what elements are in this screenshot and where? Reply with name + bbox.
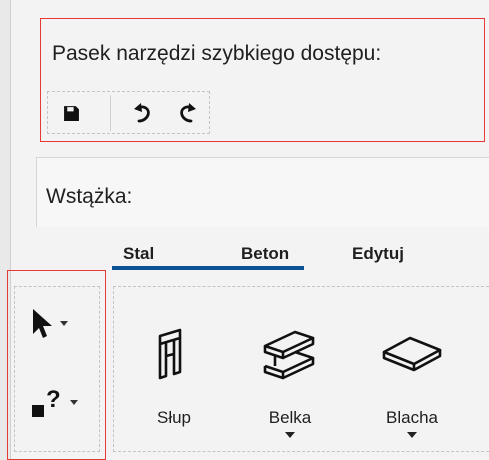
help-tool-button[interactable]: ? xyxy=(31,385,78,419)
undo-icon xyxy=(134,103,150,123)
active-tab-underline xyxy=(112,266,304,270)
redo-button[interactable] xyxy=(170,97,204,129)
select-tool-button[interactable] xyxy=(31,307,68,339)
beam-icon xyxy=(263,330,315,380)
quick-access-separator xyxy=(110,95,111,131)
column-icon xyxy=(158,328,182,380)
chevron-down-icon xyxy=(70,399,78,405)
tab-edytuj[interactable]: Edytuj xyxy=(352,244,404,264)
save-button[interactable] xyxy=(54,97,88,129)
quick-access-title: Pasek narzędzi szybkiego dostępu: xyxy=(52,42,382,65)
question-mark-icon: ? xyxy=(32,386,61,417)
arrow-pointer-icon xyxy=(33,309,52,338)
plate-label: Blacha xyxy=(386,408,438,427)
beam-label: Belka xyxy=(268,408,312,427)
undo-button[interactable] xyxy=(126,97,160,129)
column-label: Słup xyxy=(156,408,192,427)
tab-stal[interactable]: Stal xyxy=(123,244,154,264)
tab-beton[interactable]: Beton xyxy=(241,244,289,264)
redo-icon xyxy=(180,103,196,123)
ribbon-title: Wstążka: xyxy=(46,185,133,208)
plate-icon xyxy=(382,336,442,372)
chevron-down-icon xyxy=(407,432,417,438)
tools-highlight-box xyxy=(7,270,106,460)
svg-text:?: ? xyxy=(46,386,61,413)
save-icon xyxy=(63,105,79,121)
chevron-down-icon xyxy=(285,432,295,438)
chevron-down-icon xyxy=(60,320,68,326)
